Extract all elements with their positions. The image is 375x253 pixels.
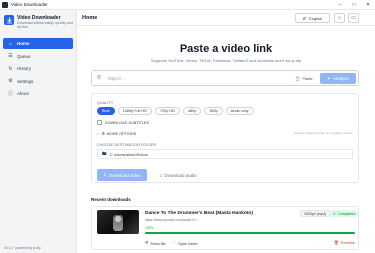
status-badge: ✔ Completed <box>330 210 359 217</box>
quality-chip-480p[interactable]: 480p <box>182 107 202 115</box>
sun-icon: ☼ <box>337 15 342 21</box>
more-options-toggle[interactable]: › ⚙ MORE OPTIONS <box>97 131 136 136</box>
main-content: Paste a video link Supports YouTube, Vim… <box>77 27 375 253</box>
show-file-button[interactable]: 🖹 Show file <box>145 240 166 247</box>
app-logo-icon <box>2 1 8 8</box>
sidebar-item-about[interactable]: ⓘ About <box>3 88 73 99</box>
video-thumbnail <box>97 210 139 234</box>
sidebar-item-history[interactable]: ↻ History <box>3 63 73 74</box>
music-icon: ♫ <box>159 172 163 178</box>
quality-chip-best[interactable]: Best <box>97 107 115 115</box>
folder-label: CHOOSE DESTINATION FOLDER <box>97 143 157 147</box>
settings-icon: ⚙ <box>8 78 13 84</box>
url-bar: ⚲ 📋 Paste ✦ Analyze <box>91 70 359 86</box>
hero-title: Paste a video link <box>179 43 273 55</box>
queue-icon: ☰ <box>8 53 13 59</box>
sidebar-item-settings[interactable]: ⚙ Settings <box>3 76 73 87</box>
check-circle-icon: ✔ <box>333 211 337 216</box>
subtitles-option: DOWNLOAD SUBTITLES <box>97 120 149 125</box>
search-icon: ⚲ <box>97 75 102 81</box>
quality-label: QUALITY <box>97 101 114 105</box>
window-controls: – □ ✕ <box>333 0 375 10</box>
brand: Video Downloader Download videos easily,… <box>4 15 77 29</box>
download-audio-label: Download audio <box>164 172 197 178</box>
clipboard-icon: 📋 <box>295 76 301 81</box>
download-video-button[interactable]: ↧ Download video <box>97 169 147 181</box>
url-input[interactable] <box>108 74 278 83</box>
home-icon: ⌂ <box>8 40 13 47</box>
download-logo-icon <box>4 15 14 25</box>
thumbnail-figure <box>113 215 123 231</box>
recent-downloads-title: Recent downloads <box>91 197 131 202</box>
analyze-label: Analyze <box>332 76 349 81</box>
language-selector[interactable]: ⇵ English <box>295 13 330 23</box>
sidebar-nav: ⌂ Home ☰ Queue ↻ History ⚙ Settings ⓘ Ab… <box>3 38 73 101</box>
remove-button[interactable]: 🗑 Remove <box>334 240 355 245</box>
remove-label: Remove <box>340 240 355 245</box>
paste-button[interactable]: 📋 Paste <box>292 74 316 83</box>
translate-icon: ⇵ <box>302 15 307 21</box>
show-file-label: Show file <box>150 241 166 246</box>
download-url: https://www.youtube.com/watch?v=... <box>145 218 200 222</box>
quality-chip-1080p[interactable]: 1080p Full HD <box>117 107 152 115</box>
download-audio-button[interactable]: ♫ Download audio <box>153 169 203 181</box>
brand-tagline: Download videos easily, quickly and ad-f… <box>17 21 73 30</box>
download-actions: 🖹 Show file 🗀 Open folder 🗑 Remove <box>145 240 355 247</box>
language-label: English <box>309 15 323 21</box>
history-icon: ↻ <box>8 65 13 72</box>
progress-bar <box>145 232 355 234</box>
download-options-panel: QUALITY Best 1080p Full HD 720p HD 480p … <box>91 93 359 183</box>
maximize-icon[interactable]: □ <box>347 0 361 10</box>
system-theme-button[interactable]: ▭ <box>348 13 359 23</box>
info-icon: ⓘ <box>7 91 13 97</box>
subtitles-label: DOWNLOAD SUBTITLES <box>105 120 150 125</box>
monitor-icon: ▭ <box>351 15 356 21</box>
progress-fill <box>145 232 355 234</box>
quality-chip-audio[interactable]: Audio only <box>225 107 254 115</box>
close-icon[interactable]: ✕ <box>361 0 375 10</box>
quality-chip-720p[interactable]: 720p HD <box>154 107 180 115</box>
version-label: v0.1.0 · powered by yt-dlp <box>4 246 41 250</box>
more-options-hint: Includes Queue format, trim, quality, ne… <box>293 131 353 135</box>
paste-label: Paste <box>302 76 313 81</box>
sidebar-item-label: Settings <box>17 78 34 84</box>
sidebar-item-home[interactable]: ⌂ Home <box>3 38 73 49</box>
chevron-right-icon: › <box>97 131 99 136</box>
open-folder-button[interactable]: 🗀 Open folder <box>172 240 198 247</box>
sidebar-item-label: Home <box>17 41 30 46</box>
sidebar: Video Downloader Download videos easily,… <box>0 10 77 253</box>
sidebar-item-label: About <box>17 91 29 96</box>
folder-icon: 🖿 <box>102 151 107 156</box>
download-icon: ↧ <box>103 172 107 177</box>
window-title: Video Downloader <box>11 2 48 7</box>
header: Home ⇵ English ☼ ▭ <box>77 10 375 26</box>
sparkle-icon: ✦ <box>327 75 331 81</box>
sidebar-item-label: History <box>17 66 32 71</box>
format-badge: 1920px (mp4) <box>300 210 331 217</box>
folder-path: C:\Users\atlas\Videos <box>109 151 148 157</box>
open-folder-label: Open folder <box>178 241 198 246</box>
gear-icon: ⚙ <box>101 132 105 136</box>
light-theme-button[interactable]: ☼ <box>334 13 345 23</box>
subtitles-checkbox[interactable] <box>97 120 102 125</box>
minimize-icon[interactable]: – <box>333 0 347 10</box>
page-title: Home <box>82 15 98 21</box>
hero-subtitle: Supports YouTube, Vimeo, TikTok, Faceboo… <box>150 58 302 63</box>
quality-chip-360p[interactable]: 360p <box>204 107 223 115</box>
folder-open-icon: 🗀 <box>172 240 176 245</box>
download-video-label: Download video <box>108 172 141 178</box>
download-title: Dance To The Drummer's Beat (Masta Hanko… <box>145 211 253 216</box>
sidebar-item-queue[interactable]: ☰ Queue <box>3 51 73 62</box>
recent-download-item: Dance To The Drummer's Beat (Masta Hanko… <box>91 206 359 250</box>
status-label: Completed <box>338 211 356 216</box>
window-titlebar: Video Downloader – □ ✕ <box>0 0 375 10</box>
sidebar-item-label: Queue <box>17 53 31 59</box>
file-icon: 🖹 <box>145 240 149 245</box>
quality-chips: Best 1080p Full HD 720p HD 480p 360p Aud… <box>97 107 257 115</box>
folder-picker[interactable]: 🖿 C:\Users\atlas\Videos <box>97 149 353 159</box>
trash-icon: 🗑 <box>333 240 339 245</box>
progress-percent: 100% <box>145 226 154 230</box>
more-options-label: MORE OPTIONS <box>106 131 137 136</box>
analyze-button[interactable]: ✦ Analyze <box>320 73 356 84</box>
